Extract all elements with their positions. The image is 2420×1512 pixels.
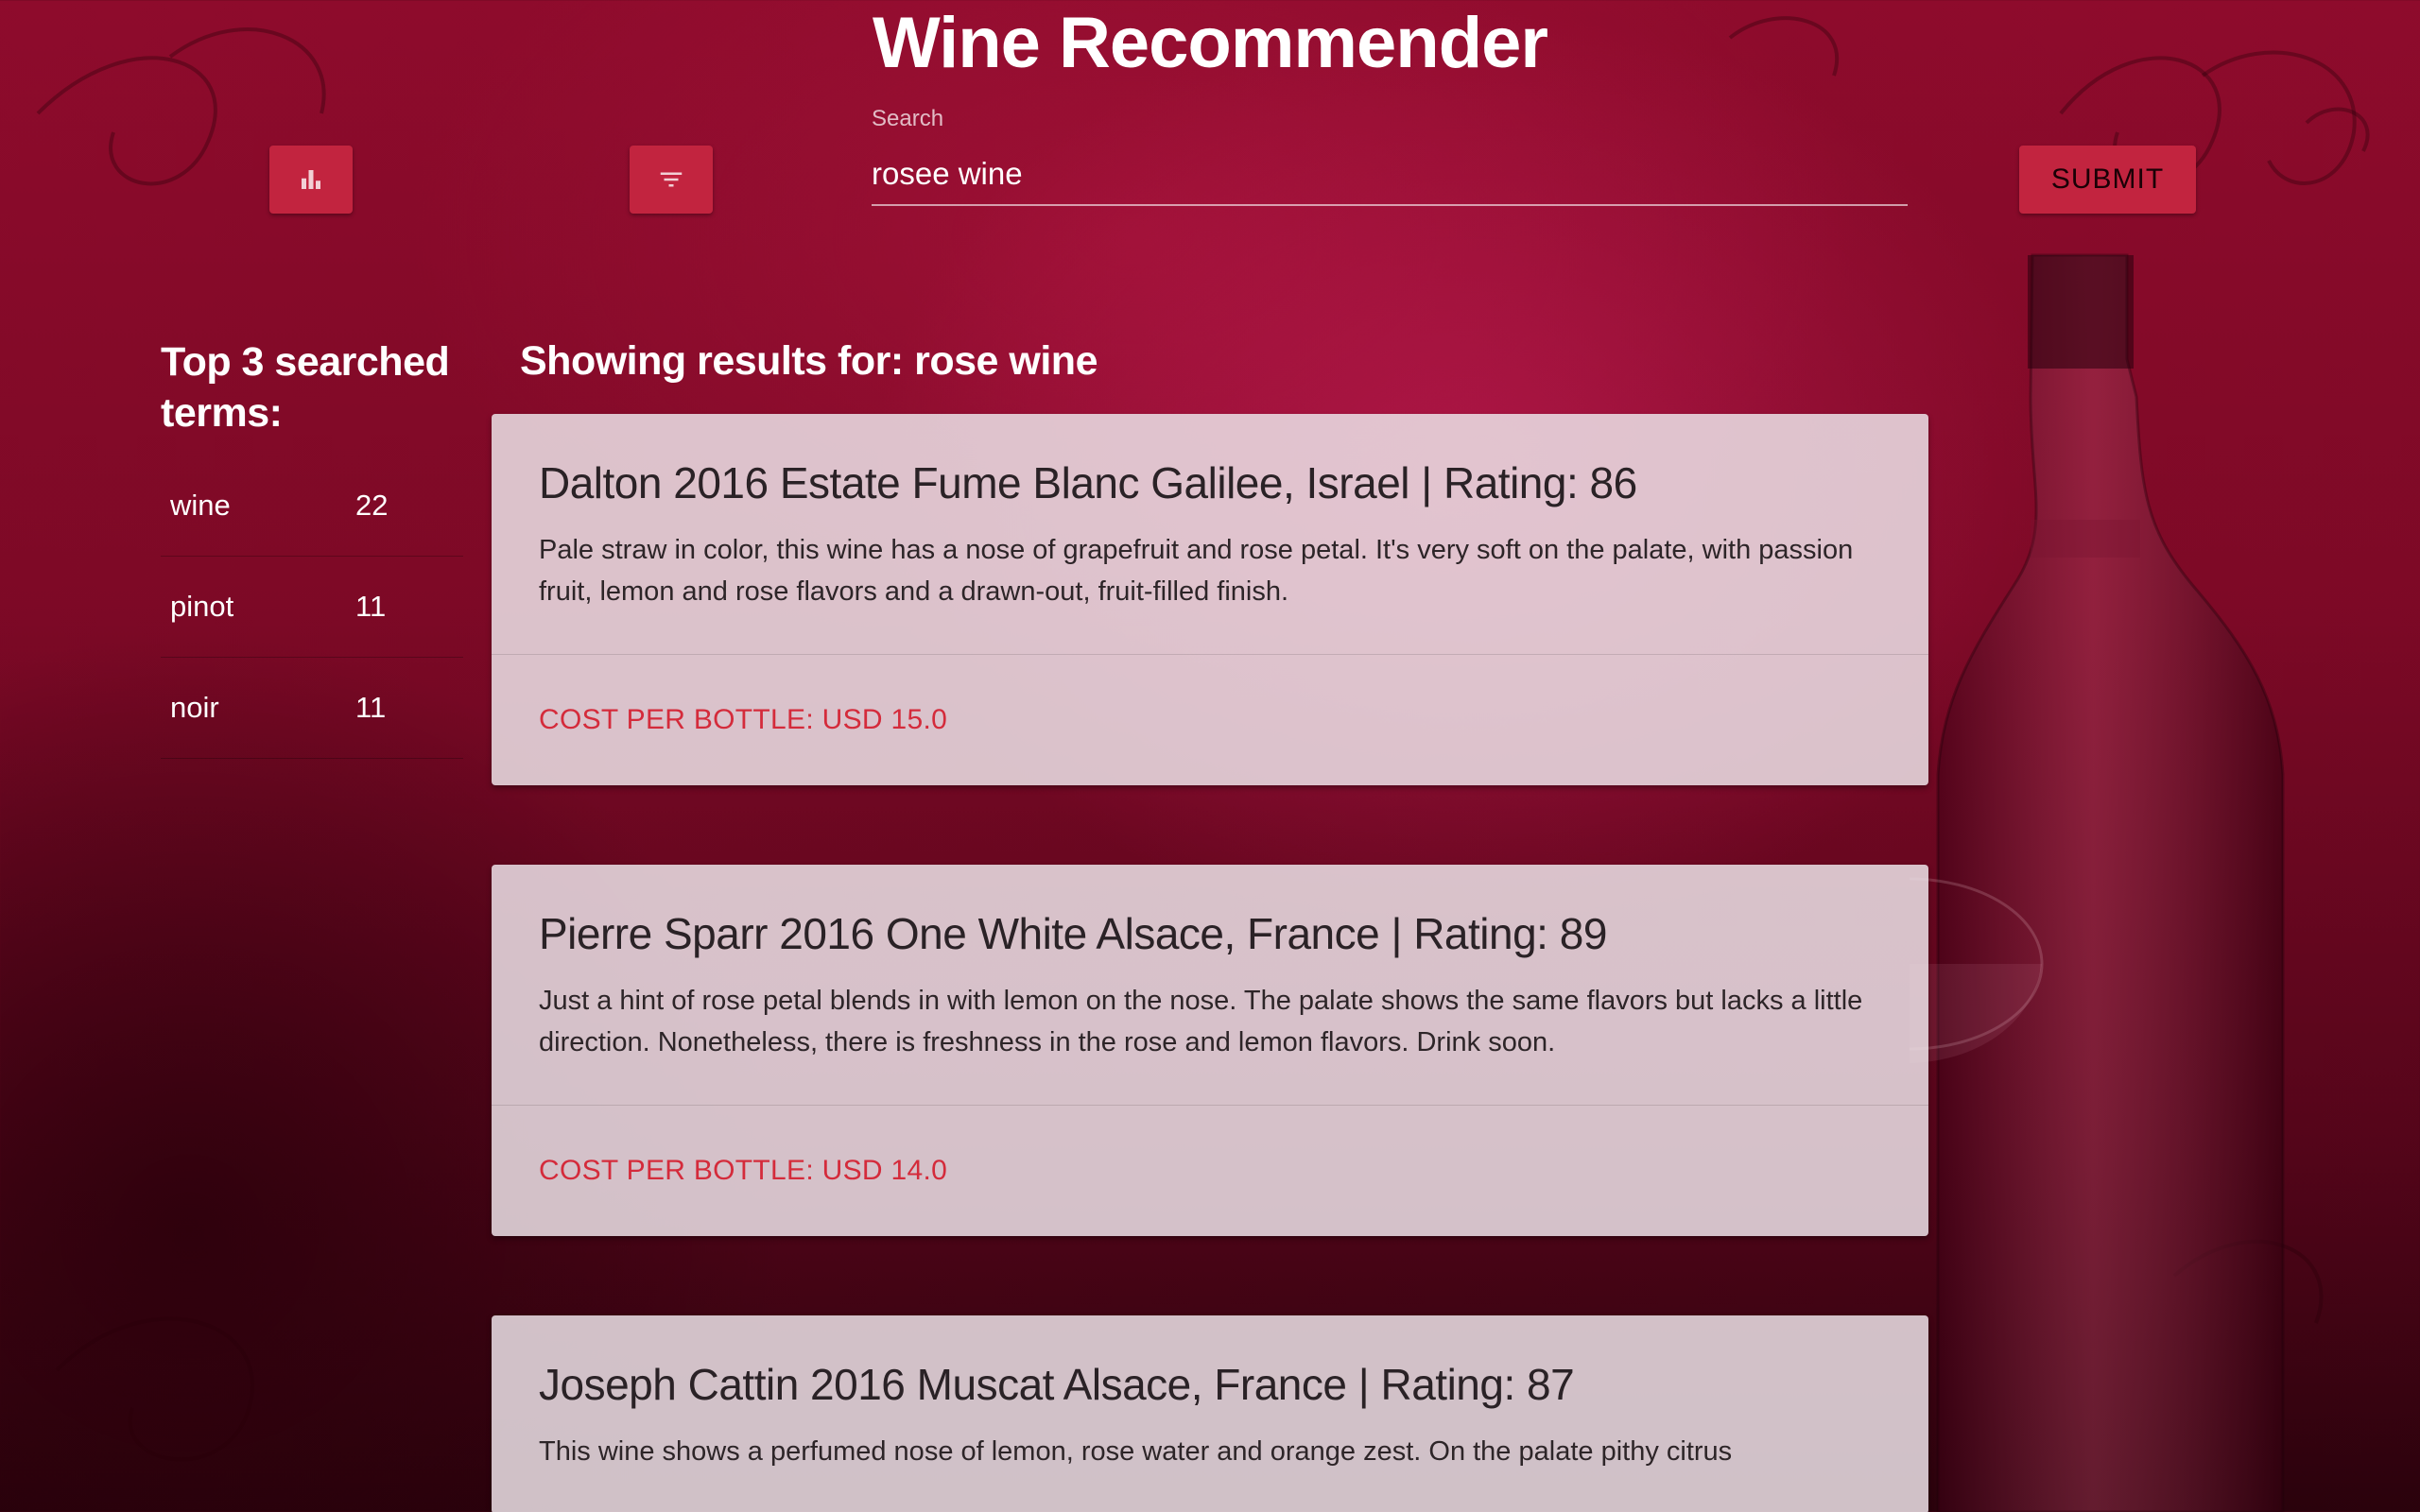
term-count: 22 [355, 455, 463, 557]
wine-card: Pierre Sparr 2016 One White Alsace, Fran… [492, 865, 1928, 1236]
submit-button[interactable]: SUBMIT [2019, 146, 2196, 214]
results-list: Dalton 2016 Estate Fume Blanc Galilee, I… [492, 414, 1928, 1512]
results-heading: Showing results for: rose wine [520, 338, 1098, 384]
top-terms-heading: Top 3 searched terms: [161, 339, 450, 436]
wine-cost: COST PER BOTTLE: USD 14.0 [492, 1105, 1928, 1236]
wine-cost: COST PER BOTTLE: USD 15.0 [492, 654, 1928, 785]
card-content: Pierre Sparr 2016 One White Alsace, Fran… [492, 865, 1928, 1105]
wine-card: Dalton 2016 Estate Fume Blanc Galilee, I… [492, 414, 1928, 785]
card-content: Joseph Cattin 2016 Muscat Alsace, France… [492, 1315, 1928, 1512]
top-terms-panel: Top 3 searched terms: wine 22 pinot 11 n… [161, 336, 463, 759]
card-content: Dalton 2016 Estate Fume Blanc Galilee, I… [492, 414, 1928, 654]
bar-chart-icon [302, 170, 320, 189]
wine-title: Pierre Sparr 2016 One White Alsace, Fran… [539, 909, 1607, 958]
search-label: Search [872, 106, 944, 131]
search-field: Search [872, 102, 1908, 214]
wine-card: Joseph Cattin 2016 Muscat Alsace, France… [492, 1315, 1928, 1512]
term-count: 11 [355, 556, 463, 658]
wine-title: Dalton 2016 Estate Fume Blanc Galilee, I… [539, 458, 1637, 507]
app-title: Wine Recommender [873, 3, 1548, 83]
stats-button[interactable] [269, 146, 353, 214]
filter-icon [660, 172, 683, 187]
search-input[interactable] [872, 144, 1908, 206]
term-name: wine [161, 455, 355, 557]
term-name: pinot [161, 556, 355, 658]
table-row: pinot 11 [161, 556, 463, 658]
top-terms-table: wine 22 pinot 11 noir 11 [161, 455, 463, 759]
wine-description: Just a hint of rose petal blends in with… [539, 986, 1863, 1057]
filter-button[interactable] [630, 146, 713, 214]
table-row: wine 22 [161, 455, 463, 557]
wine-bottle-illustration [1910, 253, 2285, 1512]
term-name: noir [161, 657, 355, 759]
table-row: noir 11 [161, 657, 463, 759]
wine-description: This wine shows a perfumed nose of lemon… [539, 1436, 1733, 1467]
term-count: 11 [355, 657, 463, 759]
wine-title: Joseph Cattin 2016 Muscat Alsace, France… [539, 1360, 1575, 1409]
wine-description: Pale straw in color, this wine has a nos… [539, 535, 1854, 607]
